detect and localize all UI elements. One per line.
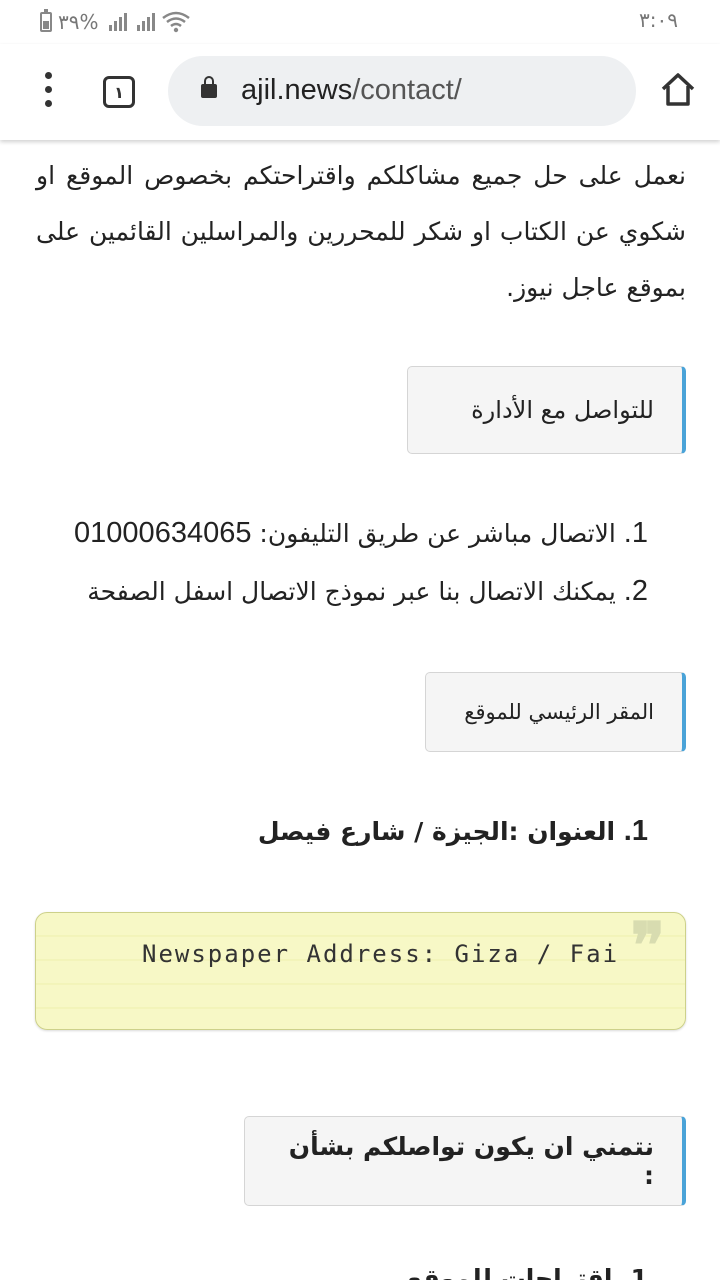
signal-icon-2 xyxy=(136,13,155,31)
page-content: نعمل على حل جميع مشاكلكم واقتراحتكم بخصو… xyxy=(0,140,720,1280)
list-text: العنوان :الجيزة / شارع فيصل xyxy=(257,817,616,846)
address-bar[interactable]: ajil.news/contact/ xyxy=(168,56,636,126)
intro-paragraph: نعمل على حل جميع مشاكلكم واقتراحتكم بخصو… xyxy=(36,161,686,302)
quote-icon: ❞ xyxy=(630,909,665,984)
url-text[interactable]: ajil.news/contact/ xyxy=(241,74,462,107)
status-bar: ٣٩% ٣:٠٩ xyxy=(0,0,720,44)
list-item-partial: 1. اقتراحات للموقع xyxy=(406,1264,648,1280)
admin-contact-heading: للتواصل مع الأدارة xyxy=(407,366,686,454)
quote-text: Newspaper Address: Giza / Fai xyxy=(142,940,620,968)
list-number: 1. xyxy=(623,517,648,549)
admin-contact-heading-text: للتواصل مع الأدارة xyxy=(471,396,654,424)
phone-number[interactable]: 01000634065 xyxy=(74,517,251,549)
menu-icon[interactable] xyxy=(36,70,62,110)
url-host: ajil.news xyxy=(241,74,353,106)
battery-icon xyxy=(40,9,52,32)
headquarters-heading: المقر الرئيسي للموقع xyxy=(425,672,686,752)
contact-list: 1. الاتصال مباشر عن طريق التليفون: 01000… xyxy=(74,504,648,620)
wifi-icon xyxy=(161,11,190,33)
list-item: 1. الاتصال مباشر عن طريق التليفون: 01000… xyxy=(74,504,648,562)
list-text: يمكنك الاتصال بنا عبر نموذج الاتصال اسفل… xyxy=(87,577,616,606)
list-text: الاتصال مباشر عن طريق التليفون: xyxy=(251,519,616,548)
signal-icon xyxy=(108,13,127,31)
lock-icon xyxy=(201,76,217,98)
list-number: 2. xyxy=(623,575,648,607)
list-number: 1. xyxy=(623,815,648,847)
status-icons: ٣٩% xyxy=(40,9,191,34)
address-quote-box: ❞ Newspaper Address: Giza / Fai xyxy=(35,912,686,1030)
address-list: 1. العنوان :الجيزة / شارع فيصل xyxy=(258,802,648,860)
battery-percent: ٣٩% xyxy=(58,10,99,34)
tab-switcher-button[interactable]: ١ xyxy=(103,76,135,108)
url-path: /contact/ xyxy=(352,74,462,106)
list-item: 1. العنوان :الجيزة / شارع فيصل xyxy=(258,802,648,860)
home-icon[interactable] xyxy=(658,70,698,110)
headquarters-heading-text: المقر الرئيسي للموقع xyxy=(464,700,654,724)
wish-heading-text: نتمني ان يكون تواصلكم بشأن : xyxy=(288,1132,654,1190)
browser-toolbar: ١ ajil.news/contact/ xyxy=(0,44,720,140)
clock: ٣:٠٩ xyxy=(639,8,678,32)
list-item: 2. يمكنك الاتصال بنا عبر نموذج الاتصال ا… xyxy=(74,562,648,620)
wish-heading: نتمني ان يكون تواصلكم بشأن : xyxy=(244,1116,686,1206)
